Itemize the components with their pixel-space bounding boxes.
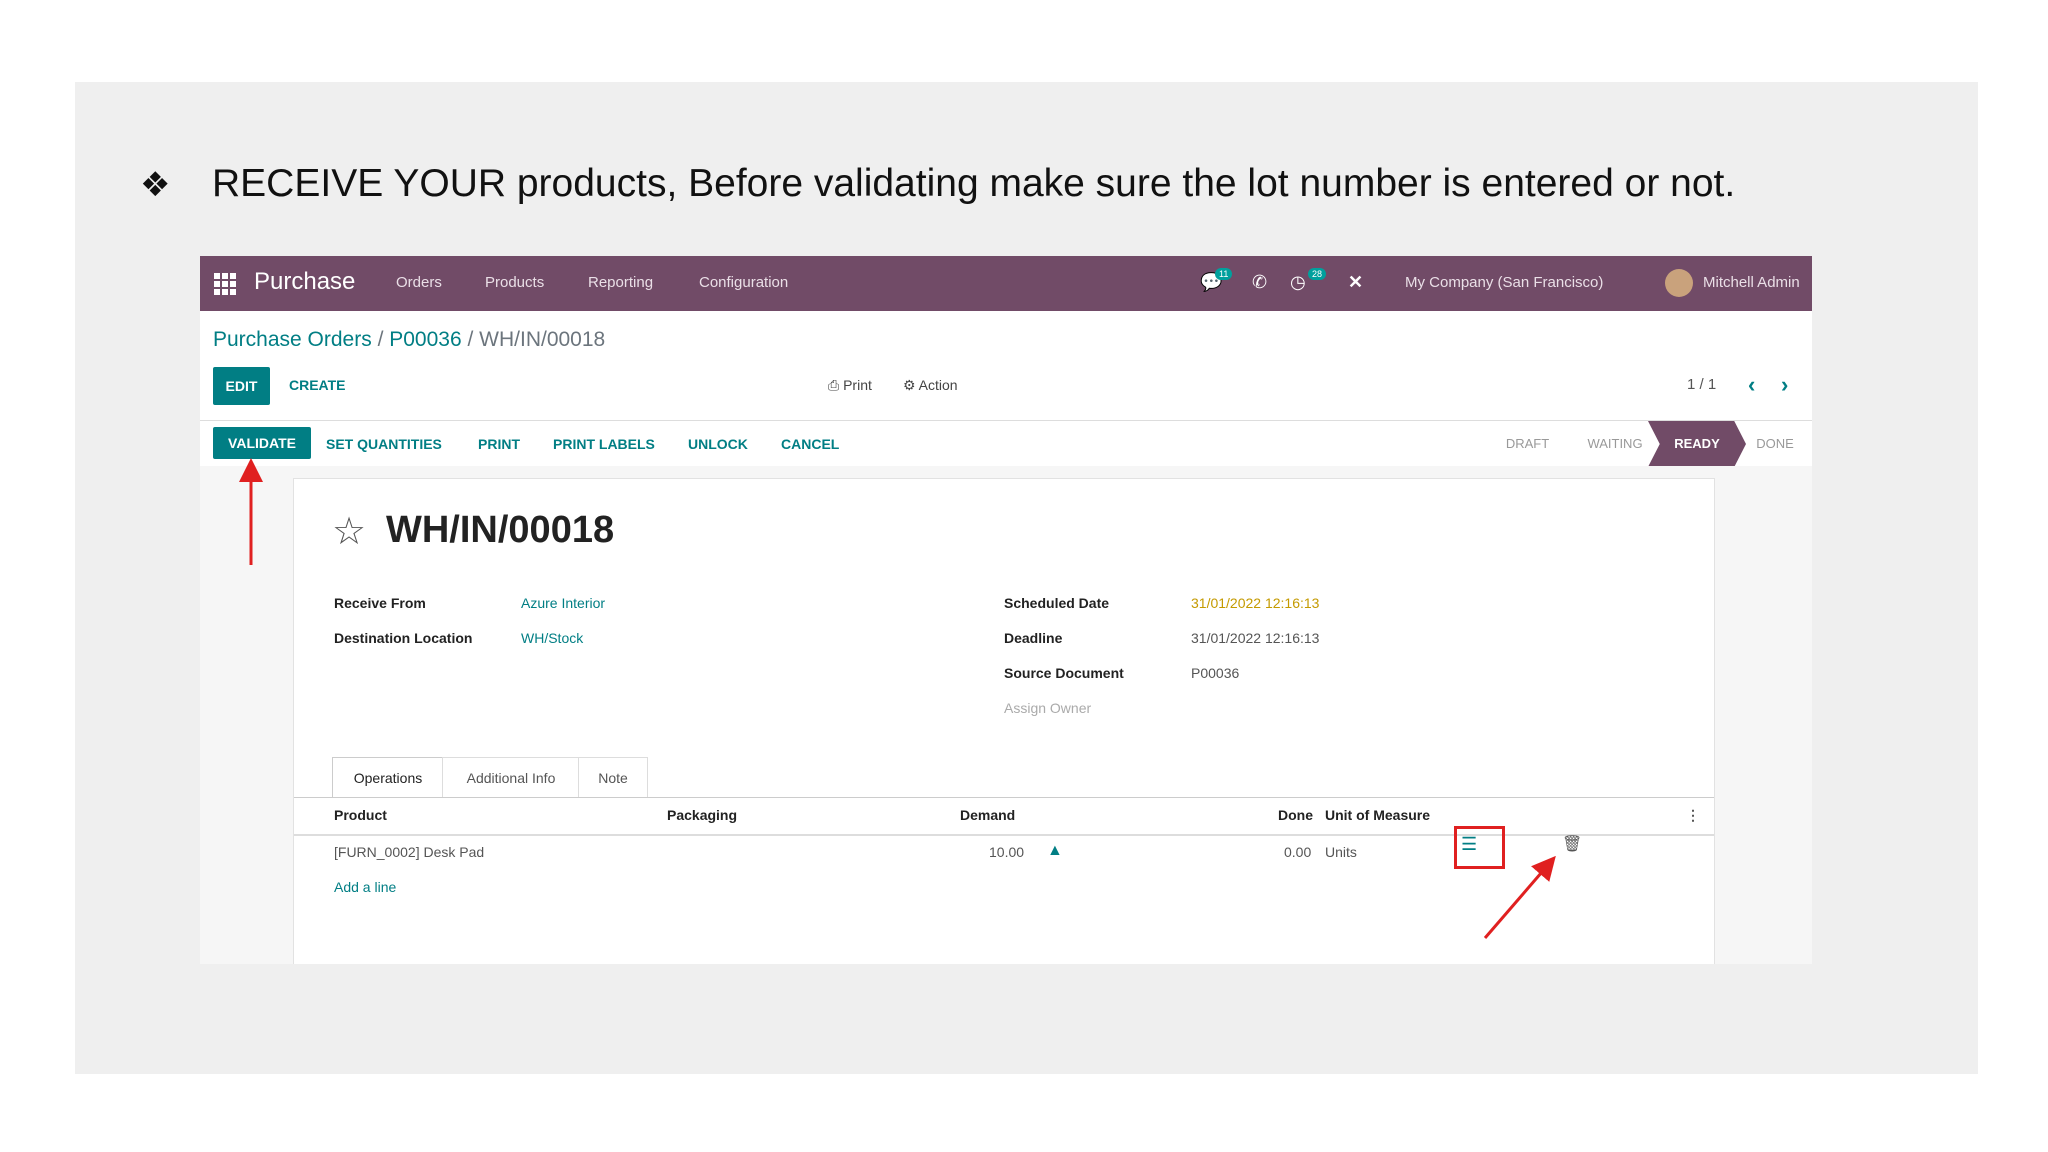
breadcrumb-purchase-orders[interactable]: Purchase Orders <box>213 328 372 351</box>
stage-ready: READY <box>1648 421 1746 467</box>
breadcrumb-current: WH/IN/00018 <box>479 328 606 351</box>
user-menu[interactable]: Mitchell Admin <box>1703 274 1800 291</box>
caption-text: RECEIVE YOUR products, Before validating… <box>212 162 1736 205</box>
form-sheet: ☆ WH/IN/00018 Receive From Azure Interio… <box>293 478 1715 964</box>
menu-reporting[interactable]: Reporting <box>588 274 653 291</box>
create-button[interactable]: CREATE <box>289 377 346 393</box>
destination-value[interactable]: WH/Stock <box>521 630 583 646</box>
scheduled-date-value[interactable]: 31/01/2022 12:16:13 <box>1191 595 1319 611</box>
unlock-button[interactable]: UNLOCK <box>688 436 748 452</box>
user-avatar[interactable] <box>1665 269 1693 297</box>
trash-icon[interactable]: 🗑 <box>1562 834 1582 854</box>
odoo-window: Purchase Orders Products Reporting Confi… <box>200 256 1812 964</box>
deadline-label: Deadline <box>1004 630 1063 646</box>
stage-done: DONE <box>1756 436 1794 451</box>
source-document-label: Source Document <box>1004 665 1124 681</box>
gear-icon: ⚙ <box>903 377 919 393</box>
app-grid-icon[interactable] <box>214 273 236 295</box>
action-menu[interactable]: ⚙ Action <box>903 377 958 394</box>
row-demand[interactable]: 10.00 <box>989 844 1024 860</box>
scheduled-date-label: Scheduled Date <box>1004 595 1110 611</box>
tab-note[interactable]: Note <box>578 757 648 798</box>
activity-clock-icon[interactable]: ◷ <box>1290 272 1306 293</box>
top-navbar: Purchase Orders Products Reporting Confi… <box>200 256 1812 311</box>
set-quantities-button[interactable]: SET QUANTITIES <box>326 436 442 452</box>
destination-label: Destination Location <box>334 630 473 646</box>
app-brand[interactable]: Purchase <box>254 268 355 296</box>
cancel-button[interactable]: CANCEL <box>781 436 839 452</box>
tab-additional-info[interactable]: Additional Info <box>442 757 580 798</box>
messages-badge: 11 <box>1215 268 1233 280</box>
printer-icon: ⎙ <box>828 377 844 393</box>
menu-configuration[interactable]: Configuration <box>699 274 788 291</box>
print-labels-button[interactable]: PRINT LABELS <box>553 436 655 452</box>
status-bar: VALIDATE SET QUANTITIES PRINT PRINT LABE… <box>200 420 1812 468</box>
phone-icon[interactable]: ✆ <box>1252 272 1267 293</box>
column-packaging[interactable]: Packaging <box>667 807 737 823</box>
column-product[interactable]: Product <box>334 807 387 823</box>
tab-operations[interactable]: Operations <box>332 757 444 798</box>
pager-counter[interactable]: 1 / 1 <box>1687 376 1716 393</box>
column-done[interactable]: Done <box>1278 807 1313 823</box>
chevron-right-icon[interactable]: › <box>1781 372 1788 398</box>
source-document-value[interactable]: P00036 <box>1191 665 1239 681</box>
assign-owner-link[interactable]: Assign Owner <box>1004 700 1091 716</box>
optional-columns-icon[interactable]: ⋮ <box>1686 807 1700 824</box>
record-title: WH/IN/00018 <box>386 509 615 551</box>
row-done[interactable]: 0.00 <box>1284 844 1311 860</box>
forecast-chart-icon[interactable]: ▲ <box>1047 842 1063 860</box>
validate-button[interactable]: VALIDATE <box>213 427 311 459</box>
company-switcher[interactable]: My Company (San Francisco) <box>1405 274 1603 291</box>
receive-from-label: Receive From <box>334 595 426 611</box>
instruction-caption: ❖ RECEIVE YOUR products, Before validatin… <box>140 162 1735 206</box>
breadcrumb-po[interactable]: P00036 <box>389 328 461 351</box>
receive-from-value[interactable]: Azure Interior <box>521 595 605 611</box>
edit-button[interactable]: EDIT <box>213 367 270 405</box>
activity-badge: 28 <box>1308 268 1327 280</box>
row-product[interactable]: [FURN_0002] Desk Pad <box>334 844 484 860</box>
print-menu[interactable]: ⎙ Print <box>828 377 872 394</box>
print-button[interactable]: PRINT <box>478 436 520 452</box>
menu-orders[interactable]: Orders <box>396 274 442 291</box>
highlight-box <box>1454 826 1505 869</box>
deadline-value[interactable]: 31/01/2022 12:16:13 <box>1191 630 1319 646</box>
column-demand[interactable]: Demand <box>960 807 1015 823</box>
column-uom[interactable]: Unit of Measure <box>1325 807 1430 823</box>
stage-waiting: WAITING <box>1587 436 1643 451</box>
menu-products[interactable]: Products <box>485 274 544 291</box>
breadcrumb: Purchase Orders / P00036 / WH/IN/00018 <box>213 328 606 351</box>
star-icon[interactable]: ☆ <box>332 509 366 554</box>
row-uom[interactable]: Units <box>1325 844 1357 860</box>
chevron-left-icon[interactable]: ‹ <box>1748 372 1755 398</box>
add-line-link[interactable]: Add a line <box>334 879 396 895</box>
close-x-icon[interactable]: ✕ <box>1348 272 1363 293</box>
stage-draft: DRAFT <box>1505 436 1550 451</box>
bullet-icon: ❖ <box>140 165 171 205</box>
